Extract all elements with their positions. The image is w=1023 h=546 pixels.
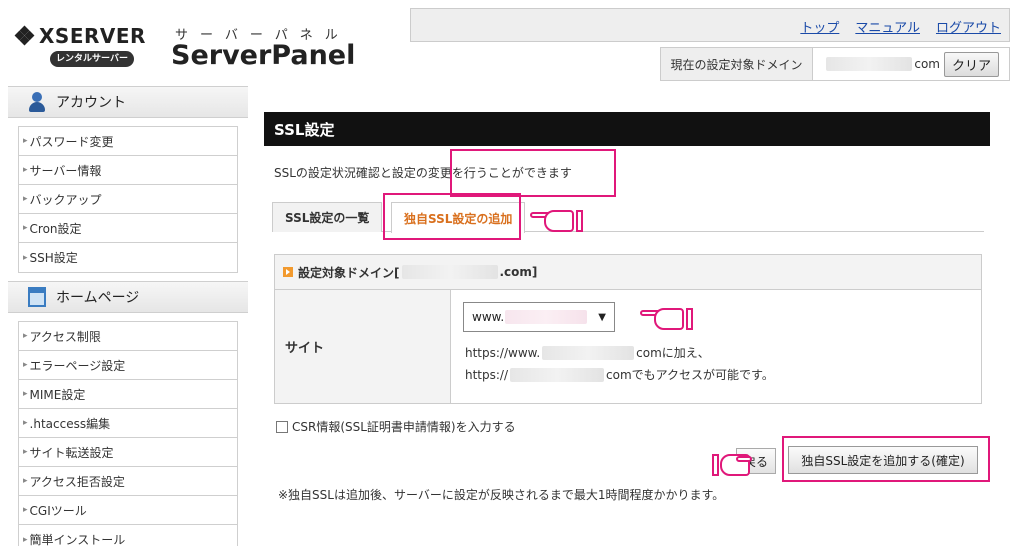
current-domain-label: 現在の設定対象ドメイン <box>661 48 813 80</box>
arrow-icon: ▸ <box>23 223 28 233</box>
pointing-hand-icon <box>712 452 754 478</box>
arrow-icon: ▸ <box>23 165 28 175</box>
top-link[interactable]: トップ <box>800 17 839 36</box>
ssl-note: ※独自SSLは追加後、サーバーに設定が反映されるまで最大1時間程度かかります。 <box>278 488 725 502</box>
domain-suffix: com <box>914 57 940 71</box>
manual-link[interactable]: マニュアル <box>855 17 920 36</box>
panel-header: 設定対象ドメイン[ .com] <box>275 255 981 290</box>
sidebar-item-access-deny[interactable]: ▸ アクセス拒否設定 <box>19 467 237 496</box>
pointing-hand-icon <box>640 306 696 332</box>
csr-option[interactable]: CSR情報(SSL証明書申請情報)を入力する <box>276 418 516 435</box>
arrow-icon: ▸ <box>23 534 28 545</box>
arrow-icon: ▸ <box>23 418 28 428</box>
sidebar-item-cgi-tools[interactable]: ▸ CGIツール <box>19 496 237 525</box>
panel-title: ServerPanel <box>171 40 356 71</box>
site-content: www. ▼ https://www. comに加え、 https:// com… <box>451 290 981 403</box>
highlight-select <box>450 149 616 197</box>
sidebar-item-password[interactable]: ▸ パスワード変更 <box>19 127 237 156</box>
redacted-domain <box>826 57 913 71</box>
xserver-logo[interactable]: XSERVER レンタルサーバー <box>14 20 166 72</box>
clear-button[interactable]: クリア <box>943 51 999 77</box>
tab-bar: SSL設定の一覧 独自SSL設定の追加 <box>272 198 984 233</box>
homepage-icon <box>28 287 46 307</box>
logout-link[interactable]: ログアウト <box>936 17 1001 36</box>
logo-diamond-icon <box>14 25 35 46</box>
account-menu: ▸ パスワード変更 ▸ サーバー情報 ▸ バックアップ ▸ Cron設定 ▸ SSH設定 <box>18 126 238 273</box>
arrow-icon: ▸ <box>23 476 28 486</box>
highlight-add-button <box>782 436 990 482</box>
logo-badge: レンタルサーバー <box>50 51 134 67</box>
header-links: トップ マニュアル ログアウト <box>800 17 1001 36</box>
redacted-domain <box>542 345 635 360</box>
arrow-icon: ▸ <box>23 505 28 515</box>
url-info-www: https://www. comに加え、 <box>465 345 710 360</box>
sidebar-item-mime[interactable]: ▸ MIME設定 <box>19 380 237 409</box>
arrow-icon: ▸ <box>23 331 28 341</box>
logo-text: XSERVER <box>39 24 146 48</box>
arrow-icon: ▸ <box>23 447 28 457</box>
sidebar-section-account: アカウント <box>8 86 248 118</box>
site-row: サイト www. ▼ https://www. comに加え、 https://… <box>275 290 981 403</box>
site-select[interactable]: www. ▼ <box>463 302 615 332</box>
sidebar-item-backup[interactable]: ▸ バックアップ <box>19 185 237 214</box>
arrow-icon: ▸ <box>23 136 28 146</box>
arrow-icon: ▸ <box>23 389 28 399</box>
user-icon <box>28 92 46 112</box>
sidebar-item-ssh[interactable]: ▸ SSH設定 <box>19 243 237 272</box>
url-info-root: https:// comでもアクセスが可能です。 <box>465 367 774 382</box>
tab-ssl-list[interactable]: SSL設定の一覧 <box>272 202 383 232</box>
chevron-down-icon: ▼ <box>598 312 606 323</box>
arrow-icon: ▸ <box>23 252 28 263</box>
redacted-domain <box>510 367 605 382</box>
current-domain-bar: 現在の設定対象ドメイン com クリア <box>660 47 1010 81</box>
header: XSERVER レンタルサーバー サーバーパネル ServerPanel トップ… <box>0 0 1023 86</box>
csr-label: CSR情報(SSL証明書申請情報)を入力する <box>292 420 516 434</box>
highlight-tab <box>383 193 521 240</box>
main-content: SSL設定 SSLの設定状況確認と設定の変更を行うことができます SSL設定の一… <box>264 112 990 546</box>
redacted-domain <box>401 265 498 279</box>
pointing-hand-icon <box>530 208 586 234</box>
sidebar-section-homepage: ホームページ <box>8 281 248 313</box>
sidebar-item-server-info[interactable]: ▸ サーバー情報 <box>19 156 237 185</box>
site-label: サイト <box>275 290 451 403</box>
page-title: SSL設定 <box>264 112 990 146</box>
sidebar-section-title: アカウント <box>56 95 126 111</box>
redacted-domain <box>505 310 588 324</box>
sidebar-item-easy-install[interactable]: ▸ 簡単インストール <box>19 525 237 546</box>
sidebar-item-site-redirect[interactable]: ▸ サイト転送設定 <box>19 438 237 467</box>
header-nav-bar: トップ マニュアル ログアウト <box>410 8 1010 42</box>
sidebar: アカウント ▸ パスワード変更 ▸ サーバー情報 ▸ バックアップ ▸ Cron設定 ▸… <box>8 86 248 546</box>
sidebar-item-access-limit[interactable]: ▸ アクセス制限 <box>19 322 237 351</box>
orange-square-icon <box>283 267 293 277</box>
sidebar-item-error-page[interactable]: ▸ エラーページ設定 <box>19 351 237 380</box>
arrow-icon: ▸ <box>23 194 28 204</box>
arrow-icon: ▸ <box>23 360 28 370</box>
sidebar-section-title: ホームページ <box>56 290 140 306</box>
homepage-menu: ▸ アクセス制限 ▸ エラーページ設定 ▸ MIME設定 ▸ .htaccess編集 ▸… <box>18 321 238 546</box>
page-description: SSLの設定状況確認と設定の変更を行うことができます <box>274 166 572 180</box>
csr-checkbox[interactable] <box>276 420 288 433</box>
sidebar-item-htaccess[interactable]: ▸ .htaccess編集 <box>19 409 237 438</box>
sidebar-item-cron[interactable]: ▸ Cron設定 <box>19 214 237 243</box>
domain-settings-panel: 設定対象ドメイン[ .com] サイト www. ▼ https://www. … <box>274 254 982 404</box>
current-domain-value: com クリア <box>813 48 1009 80</box>
